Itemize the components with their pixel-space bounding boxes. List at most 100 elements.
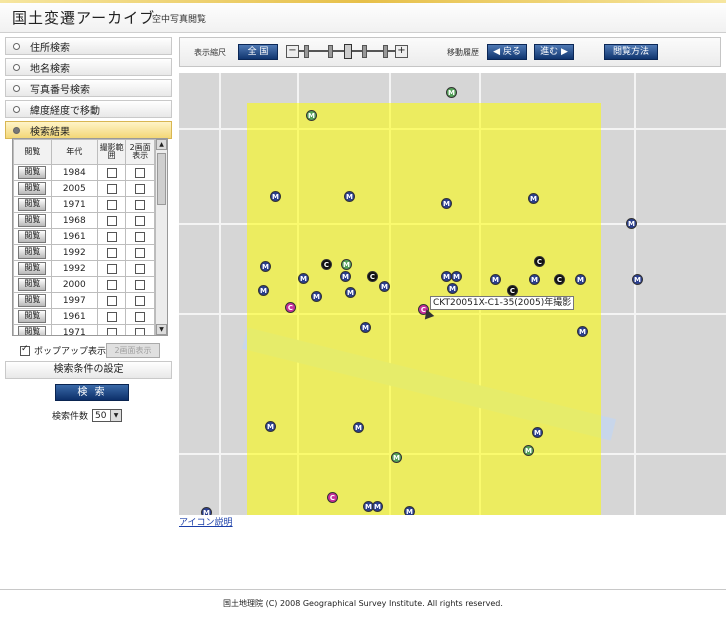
view-button[interactable]: 閲覧: [18, 166, 47, 179]
results-list[interactable]: 閲覧 年代 撮影範囲 2画面表示 閲覧 1984 閲覧 2005 閲覧 1971 閲覧 196…: [12, 138, 168, 336]
coverage-checkbox[interactable]: [106, 295, 117, 306]
table-row[interactable]: 閲覧 2000: [13, 276, 155, 293]
zoom-tick[interactable]: [362, 45, 367, 58]
photo-marker-icon[interactable]: M: [379, 281, 390, 292]
table-row[interactable]: 閲覧 1961: [13, 308, 155, 325]
photo-marker-icon[interactable]: C: [554, 274, 565, 285]
photo-marker-icon[interactable]: M: [201, 507, 212, 515]
photo-marker-icon[interactable]: M: [626, 218, 637, 229]
table-row[interactable]: 閲覧 1992: [13, 244, 155, 261]
zoom-slider-thumb[interactable]: [344, 44, 352, 59]
table-row[interactable]: 閲覧 1984: [13, 164, 155, 181]
scroll-thumb[interactable]: [157, 153, 166, 205]
sidebar-item-search-results[interactable]: 検索結果: [5, 121, 172, 139]
dual-view-checkbox[interactable]: [135, 167, 146, 178]
view-button[interactable]: 閲覧: [18, 214, 47, 227]
photo-marker-icon[interactable]: M: [447, 283, 458, 294]
zoom-in-icon[interactable]: +: [395, 45, 408, 58]
dual-view-checkbox[interactable]: [135, 215, 146, 226]
photo-marker-icon[interactable]: M: [265, 421, 276, 432]
photo-marker-icon[interactable]: M: [372, 501, 383, 512]
view-button[interactable]: 閲覧: [18, 310, 47, 323]
zoom-tick[interactable]: [304, 45, 309, 58]
photo-marker-icon[interactable]: M: [306, 110, 317, 121]
dual-view-checkbox[interactable]: [135, 231, 146, 242]
coverage-checkbox[interactable]: [106, 279, 117, 290]
table-row[interactable]: 閲覧 1997: [13, 292, 155, 309]
sidebar-item-photo-number-search[interactable]: 写真番号検索: [5, 79, 172, 97]
photo-marker-icon[interactable]: M: [446, 87, 457, 98]
table-row[interactable]: 閲覧 1971: [13, 196, 155, 213]
photo-marker-icon[interactable]: M: [490, 274, 501, 285]
popup-checkbox[interactable]: ✓: [20, 344, 30, 356]
search-count-select[interactable]: 50 ▼: [92, 409, 123, 422]
photo-marker-icon[interactable]: M: [345, 287, 356, 298]
coverage-checkbox[interactable]: [106, 311, 117, 322]
dual-view-checkbox[interactable]: [135, 279, 146, 290]
photo-marker-icon[interactable]: M: [260, 261, 271, 272]
photo-marker-icon[interactable]: M: [529, 274, 540, 285]
photo-marker-icon[interactable]: M: [523, 445, 534, 456]
zoom-tick[interactable]: [383, 45, 388, 58]
photo-marker-icon[interactable]: M: [311, 291, 322, 302]
coverage-checkbox[interactable]: [106, 199, 117, 210]
coverage-checkbox[interactable]: [106, 231, 117, 242]
dual-view-checkbox[interactable]: [135, 295, 146, 306]
photo-marker-icon[interactable]: M: [532, 427, 543, 438]
table-row[interactable]: 閲覧 1961: [13, 228, 155, 245]
photo-marker-icon[interactable]: M: [441, 198, 452, 209]
table-row[interactable]: 閲覧 1971: [13, 324, 155, 335]
photo-marker-icon[interactable]: M: [258, 285, 269, 296]
table-row[interactable]: 閲覧 1992: [13, 260, 155, 277]
view-button[interactable]: 閲覧: [18, 198, 47, 211]
zoom-out-icon[interactable]: −: [286, 45, 299, 58]
back-button[interactable]: ◀ 戻る: [487, 44, 527, 60]
coverage-checkbox[interactable]: [106, 215, 117, 226]
photo-marker-icon[interactable]: M: [632, 274, 643, 285]
coverage-checkbox[interactable]: [106, 247, 117, 258]
view-button[interactable]: 閲覧: [18, 294, 47, 307]
dual-view-checkbox[interactable]: [135, 183, 146, 194]
coverage-checkbox[interactable]: [106, 263, 117, 274]
scroll-up-icon[interactable]: ▲: [156, 139, 167, 150]
photo-marker-icon[interactable]: C: [285, 302, 296, 313]
photo-marker-icon[interactable]: M: [270, 191, 281, 202]
photo-marker-icon[interactable]: M: [344, 191, 355, 202]
coverage-checkbox[interactable]: [106, 327, 117, 335]
view-button[interactable]: 閲覧: [18, 246, 47, 259]
view-button[interactable]: 閲覧: [18, 326, 47, 335]
coverage-checkbox[interactable]: [106, 167, 117, 178]
photo-marker-icon[interactable]: M: [341, 259, 352, 270]
photo-marker-icon[interactable]: M: [577, 326, 588, 337]
nationwide-button[interactable]: 全 国: [238, 44, 278, 60]
table-row[interactable]: 閲覧 2005: [13, 180, 155, 197]
dual-view-checkbox[interactable]: [135, 327, 146, 335]
aerial-map[interactable]: M M M M M M M M C M M M C M M M M C M C …: [179, 73, 726, 515]
photo-marker-icon[interactable]: M: [528, 193, 539, 204]
results-scrollbar[interactable]: ▲ ▼: [155, 139, 167, 335]
photo-marker-icon[interactable]: M: [360, 322, 371, 333]
view-button[interactable]: 閲覧: [18, 262, 47, 275]
photo-marker-icon[interactable]: M: [404, 506, 415, 515]
photo-marker-icon[interactable]: M: [340, 271, 351, 282]
sidebar-item-latlon-move[interactable]: 緯度経度で移動: [5, 100, 172, 118]
forward-button[interactable]: 進む ▶: [534, 44, 574, 60]
photo-marker-icon[interactable]: M: [391, 452, 402, 463]
view-button[interactable]: 閲覧: [18, 278, 47, 291]
help-button[interactable]: 閲覧方法: [604, 44, 658, 60]
dual-view-checkbox[interactable]: [135, 247, 146, 258]
photo-marker-icon[interactable]: C: [534, 256, 545, 267]
dual-view-checkbox[interactable]: [135, 199, 146, 210]
photo-marker-icon[interactable]: C: [367, 271, 378, 282]
dual-view-checkbox[interactable]: [135, 263, 146, 274]
dual-view-button[interactable]: 2画面表示: [106, 343, 160, 358]
photo-marker-icon[interactable]: C: [327, 492, 338, 503]
photo-marker-icon[interactable]: M: [451, 271, 462, 282]
sidebar-item-place-name-search[interactable]: 地名検索: [5, 58, 172, 76]
photo-marker-icon[interactable]: C: [507, 285, 518, 296]
popup-toggle[interactable]: ✓ ポップアップ表示: [20, 344, 106, 357]
zoom-tick[interactable]: [328, 45, 333, 58]
sidebar-item-address-search[interactable]: 住所検索: [5, 37, 172, 55]
search-conditions-button[interactable]: 検索条件の設定: [5, 361, 172, 379]
photo-marker-icon[interactable]: C: [321, 259, 332, 270]
